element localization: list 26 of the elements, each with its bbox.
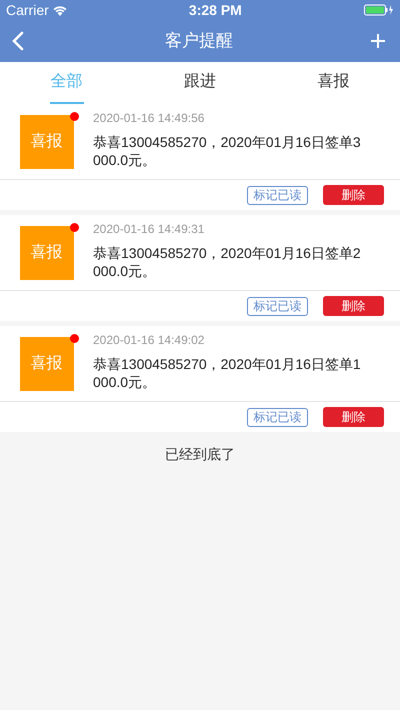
message-text: 恭喜13004585270，2020年01月16日签单1000.0元。: [93, 355, 362, 391]
mark-read-button[interactable]: 标记已读: [247, 408, 308, 426]
battery-icon: [364, 4, 394, 16]
mark-read-button[interactable]: 标记已读: [247, 186, 308, 204]
badge-tile: 喜报: [20, 226, 74, 280]
back-icon: [12, 31, 24, 51]
delete-button[interactable]: 删除: [323, 185, 384, 205]
mark-read-button[interactable]: 标记已读: [247, 296, 308, 316]
clock-time: 3:28 PM: [188, 0, 242, 20]
wifi-icon: [52, 4, 67, 16]
timestamp: 2020-01-16 14:49:31: [93, 221, 206, 238]
plus-icon: [370, 33, 386, 49]
delete-button[interactable]: 删除: [323, 296, 384, 316]
delete-button[interactable]: 删除: [323, 407, 384, 427]
tab[interactable]: 跟进: [182, 62, 217, 104]
page-title: 客户提醒: [165, 30, 233, 52]
carrier-label: Carrier: [6, 0, 49, 20]
badge-tile: 喜报: [20, 114, 74, 168]
timestamp: 2020-01-16 14:49:56: [93, 110, 206, 127]
message-text: 恭喜13004585270，2020年01月16日签单3000.0元。: [93, 133, 362, 169]
end-of-list-text: 已经到底了: [165, 445, 235, 464]
badge-tile: 喜报: [20, 336, 74, 390]
timestamp: 2020-01-16 14:49:02: [93, 332, 206, 349]
tab[interactable]: 喜报: [316, 62, 350, 104]
add-button[interactable]: [370, 32, 388, 50]
message-text: 恭喜13004585270，2020年01月16日签单2000.0元。: [93, 244, 362, 280]
